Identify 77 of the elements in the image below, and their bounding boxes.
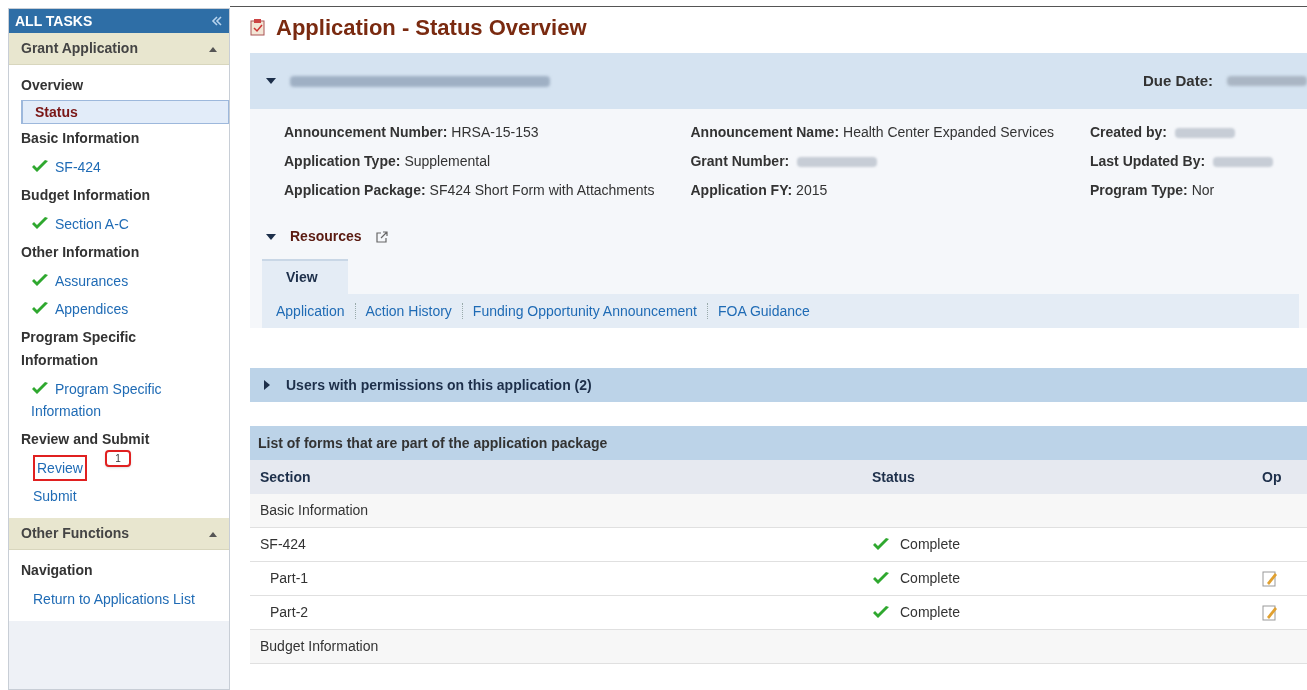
- collapse-arrow-icon[interactable]: [209, 45, 217, 52]
- group-header[interactable]: Grant Application: [9, 33, 229, 65]
- field-value: 2015: [796, 181, 828, 200]
- check-icon: [872, 537, 890, 552]
- nav-link[interactable]: Assurances: [31, 270, 129, 292]
- status-text: Complete: [900, 603, 960, 622]
- view-tab[interactable]: View: [262, 259, 348, 294]
- resource-link[interactable]: Funding Opportunity Announcement: [472, 300, 697, 322]
- field-label: Created by:: [1089, 123, 1167, 142]
- caret-down-icon[interactable]: [266, 231, 276, 242]
- nav-item[interactable]: Status: [21, 100, 229, 124]
- section-title: Program Specific Information: [20, 328, 138, 370]
- field-label: Application Package:: [284, 181, 426, 200]
- group-title: Other Functions: [21, 524, 130, 543]
- callout-badge: 1: [105, 450, 131, 467]
- page-title: Application - Status Overview: [276, 13, 587, 42]
- due-date-label: Due Date:: [1143, 70, 1213, 91]
- caret-down-icon[interactable]: [266, 76, 276, 86]
- section-title: Overview: [20, 76, 85, 95]
- table-cell-text: Budget Information: [259, 637, 380, 656]
- panel-title: Users with permissions on this application (2): [286, 375, 592, 395]
- blurred-value: [1213, 156, 1274, 167]
- section-title: Basic Information: [20, 129, 141, 148]
- users-panel-header[interactable]: Users with permissions on this application (2): [250, 368, 1307, 402]
- field-value: HRSA-15-153: [451, 123, 539, 142]
- field-value: Health Center Expanded Services: [843, 123, 1054, 142]
- blurred-value: [1175, 127, 1235, 138]
- check-icon: [872, 605, 890, 620]
- collapse-arrow-icon[interactable]: [209, 530, 217, 537]
- column-header: Status: [871, 467, 916, 487]
- field-value: Supplemental: [404, 152, 491, 171]
- sidebar-title: ALL TASKS: [15, 11, 93, 31]
- section-title: Other Information: [20, 243, 141, 262]
- group-header[interactable]: Other Functions: [9, 518, 229, 550]
- column-header: Op: [1262, 467, 1282, 487]
- section-title: Navigation: [20, 561, 94, 580]
- nav-link[interactable]: Return to Applications List: [33, 588, 195, 610]
- resource-link[interactable]: Action History: [365, 300, 452, 322]
- check-icon: [31, 273, 49, 288]
- field-value: Nor: [1191, 181, 1215, 200]
- table-cell-text: Part-2: [269, 603, 310, 622]
- panel-title: List of forms that are part of the application package: [258, 433, 608, 453]
- field-label: Application FY:: [690, 181, 793, 200]
- column-header: Section: [259, 467, 312, 487]
- field-label: Application Type:: [284, 152, 401, 171]
- check-icon: [31, 216, 49, 231]
- table-cell-text: SF-424: [259, 535, 307, 554]
- resource-link[interactable]: FOA Guidance: [718, 300, 810, 322]
- group-title: Grant Application: [21, 39, 138, 58]
- collapse-icon[interactable]: [211, 16, 223, 26]
- section-title: Budget Information: [20, 186, 152, 205]
- check-icon: [31, 381, 49, 396]
- check-icon: [872, 571, 890, 586]
- field-label: Last Updated By:: [1089, 152, 1206, 171]
- clipboard-icon: [250, 18, 266, 36]
- nav-link[interactable]: Submit: [33, 485, 77, 507]
- check-icon: [31, 159, 49, 174]
- external-link-icon[interactable]: [375, 230, 388, 243]
- field-label: Announcement Name:: [690, 123, 840, 142]
- field-label: Grant Number:: [690, 152, 790, 171]
- nav-link[interactable]: Review: [33, 455, 87, 481]
- table-cell-text: Basic Information: [259, 501, 370, 520]
- section-title: Review and Submit: [20, 430, 151, 449]
- nav-link[interactable]: Program Specific Information: [31, 378, 221, 422]
- nav-link[interactable]: SF-424: [31, 156, 101, 178]
- resources-title: Resources: [290, 227, 362, 246]
- table-cell-text: Part-1: [269, 569, 310, 588]
- field-label: Program Type:: [1089, 181, 1188, 200]
- nav-link[interactable]: Appendices: [31, 298, 129, 320]
- status-text: Complete: [900, 535, 960, 554]
- field-value: SF424 Short Form with Attachments: [429, 181, 655, 200]
- field-label: Announcement Number:: [284, 123, 448, 142]
- check-icon: [31, 301, 49, 316]
- nav-link[interactable]: Section A-C: [31, 213, 129, 235]
- resource-link[interactable]: Application: [276, 300, 345, 322]
- caret-right-icon[interactable]: [262, 380, 272, 390]
- status-text: Complete: [900, 569, 960, 588]
